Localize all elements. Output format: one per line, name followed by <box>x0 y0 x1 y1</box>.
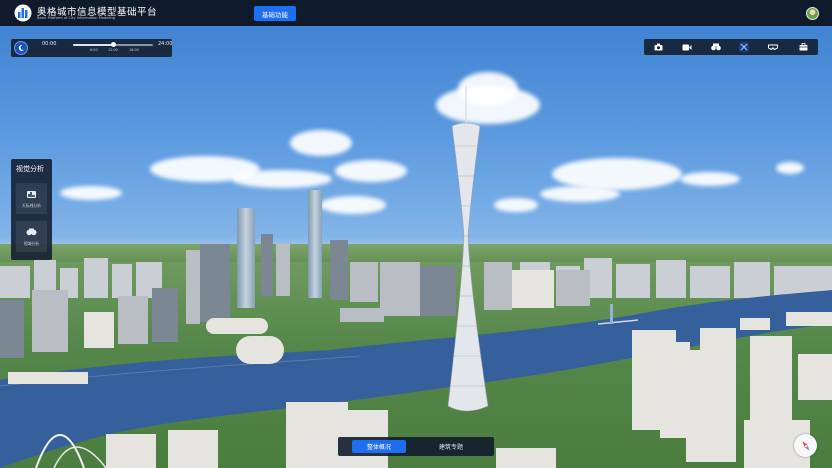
skyscraper <box>237 208 255 308</box>
compass-icon[interactable] <box>794 434 817 457</box>
building <box>740 318 770 330</box>
cloud <box>60 186 122 200</box>
panel-title: 视觉分析 <box>16 165 44 173</box>
crosshair-icon[interactable] <box>739 42 749 52</box>
sun-moon-glyph <box>18 44 24 51</box>
user-avatar-icon[interactable] <box>806 7 819 20</box>
cloud <box>335 160 407 182</box>
time-slider-fill <box>73 44 113 46</box>
stadium <box>206 318 268 334</box>
building <box>700 328 736 368</box>
compass-needle <box>802 440 809 451</box>
time-tick-label: 12:00 <box>108 48 118 52</box>
building <box>200 244 230 322</box>
city-buildings-logo-icon <box>14 4 32 22</box>
top-bar: 奥格城市信息模型基础平台 Basic Platform of City Info… <box>0 0 832 26</box>
time-end-label: 24:00 <box>158 41 173 47</box>
building <box>276 244 290 296</box>
time-slider-handle[interactable] <box>110 42 116 47</box>
tool-bar <box>644 39 818 55</box>
time-start-label: 00:00 <box>42 41 57 47</box>
skyline-analysis-button[interactable]: 天际线分析 <box>16 183 47 214</box>
building <box>152 288 178 342</box>
viewshed-analysis-button[interactable]: 视域分析 <box>16 221 47 252</box>
skyline-analysis-icon <box>27 191 36 198</box>
cloud <box>680 172 740 186</box>
sun-moon-icon[interactable] <box>14 41 28 55</box>
cloud <box>290 130 352 156</box>
city-3d-scene[interactable] <box>0 0 832 468</box>
building <box>8 372 88 384</box>
building <box>350 262 378 302</box>
building <box>0 300 24 358</box>
building <box>261 234 273 296</box>
time-tick-label: 18:00 <box>129 48 139 52</box>
basic-functions-button[interactable]: 基础功能 <box>254 6 296 21</box>
building <box>118 296 148 344</box>
visual-analysis-panel: 视觉分析 天际线分析 视域分析 <box>11 159 52 260</box>
tv-tower <box>447 86 489 412</box>
stadium <box>236 336 284 364</box>
bridge <box>35 434 107 468</box>
building <box>798 354 832 400</box>
building <box>512 270 554 308</box>
app-subtitle: Basic Platform of City Information Model… <box>37 16 116 20</box>
skyline-analysis-label: 天际线分析 <box>22 203 41 208</box>
toolbox-icon[interactable] <box>798 42 808 52</box>
building <box>32 290 68 352</box>
building <box>186 250 200 324</box>
cloud <box>232 170 332 188</box>
building <box>556 270 590 306</box>
building <box>340 308 384 322</box>
video-icon[interactable] <box>682 42 692 52</box>
skyscraper <box>308 190 322 298</box>
building <box>750 336 792 426</box>
cloud <box>540 186 620 202</box>
building <box>380 262 420 316</box>
viewshed-analysis-label: 视域分析 <box>23 241 40 246</box>
tab-overview[interactable]: 整体概况 <box>352 440 406 453</box>
bridge <box>598 304 638 325</box>
building <box>786 312 832 326</box>
building <box>84 312 114 348</box>
cloud <box>320 196 386 214</box>
vr-glasses-icon[interactable] <box>768 42 778 52</box>
tab-building-topic[interactable]: 建筑专题 <box>424 440 478 453</box>
viewshed-analysis-icon <box>26 228 37 236</box>
cloud <box>494 198 538 212</box>
time-tick-label: 6:00 <box>90 48 98 52</box>
building <box>496 448 556 468</box>
binoculars-icon[interactable] <box>711 42 721 52</box>
bottom-tab-bar: 整体概况 建筑专题 <box>338 437 494 456</box>
time-of-day-control: 00:00 6:00 12:00 18:00 24:00 <box>11 39 172 57</box>
cloud <box>776 162 804 174</box>
camera-icon[interactable] <box>653 42 663 52</box>
building <box>330 240 348 300</box>
building <box>168 430 218 468</box>
